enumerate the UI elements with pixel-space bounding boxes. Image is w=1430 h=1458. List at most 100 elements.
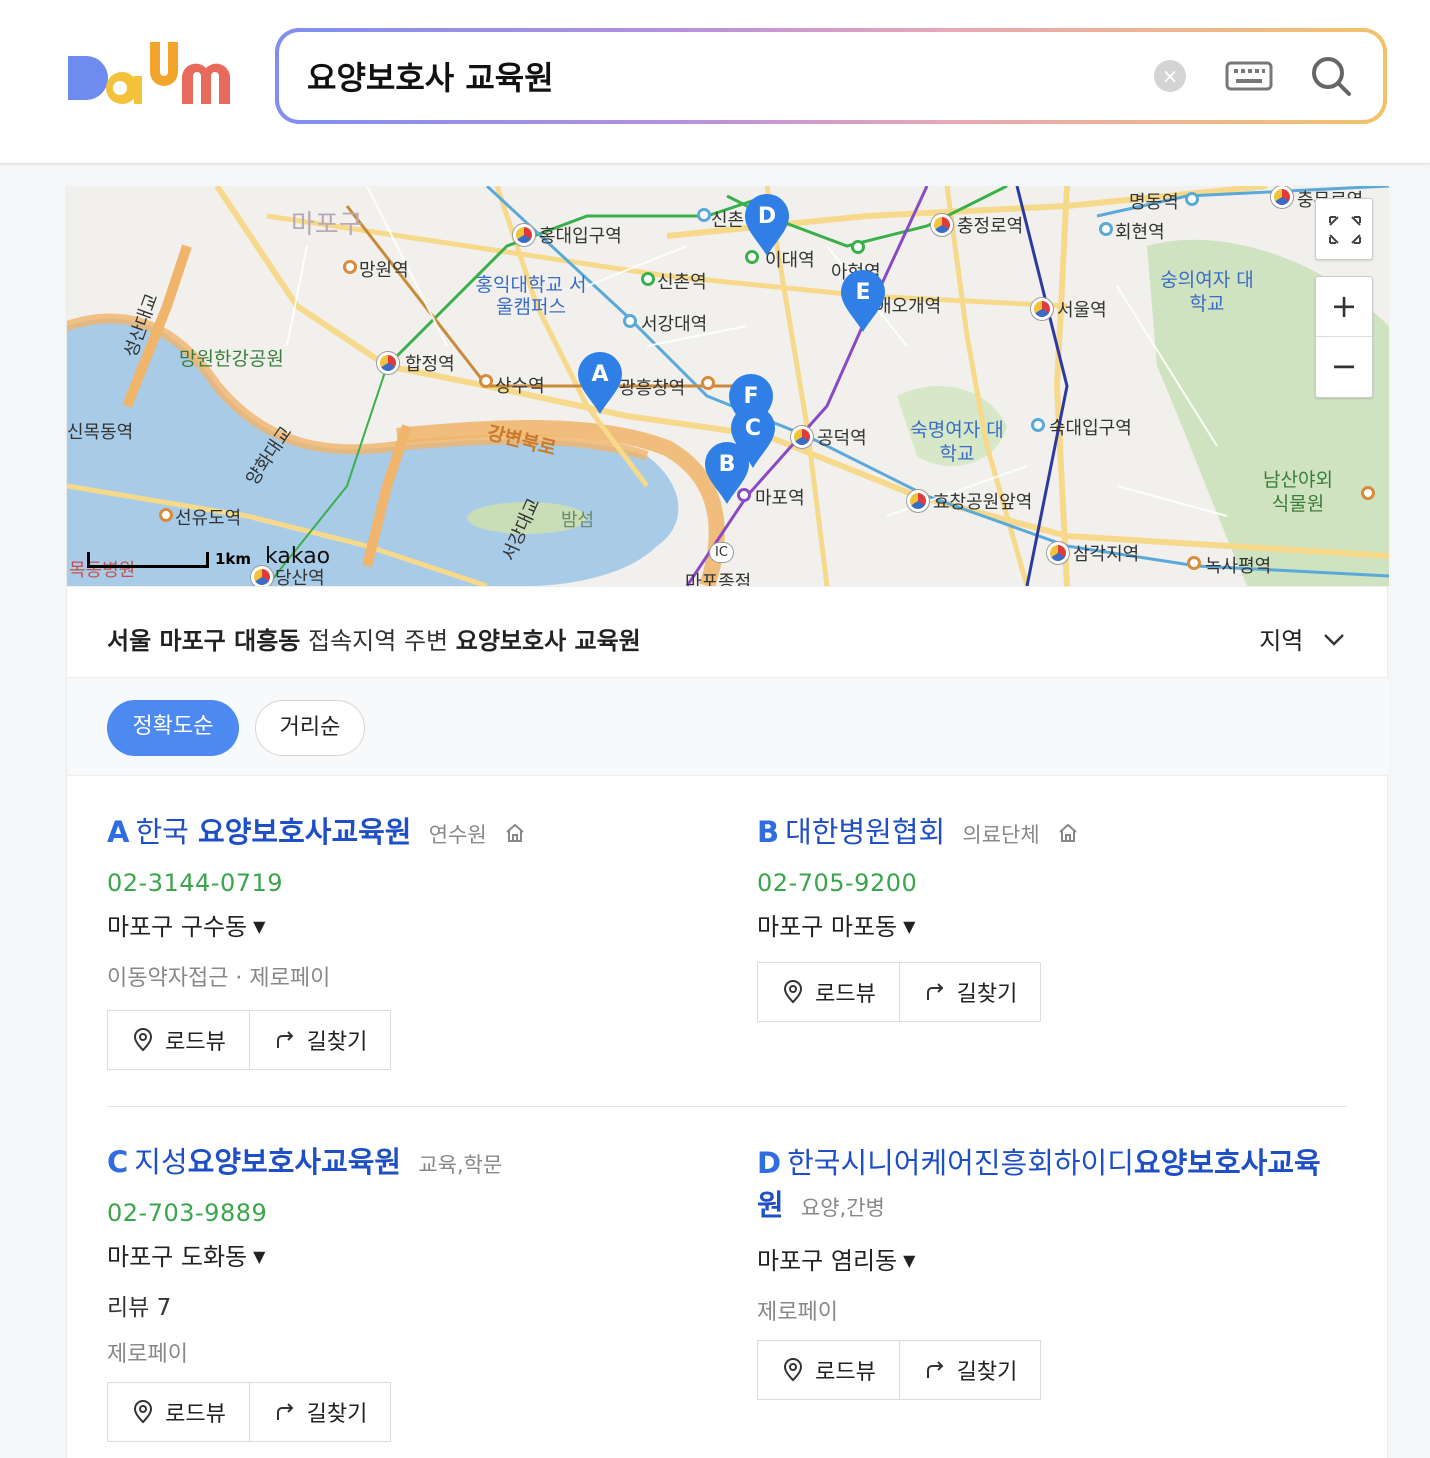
keyboard-icon[interactable] <box>1225 60 1273 92</box>
map-marker-a[interactable]: A <box>576 352 624 416</box>
map-station-label: 선유도역 <box>175 508 242 529</box>
home-icon[interactable] <box>1057 822 1079 844</box>
clear-icon[interactable]: × <box>1154 60 1186 92</box>
station-dot <box>907 490 929 512</box>
roadview-button[interactable]: 로드뷰 <box>758 1341 899 1399</box>
map-station-label: 신촌역 <box>657 272 707 293</box>
result-title[interactable]: C 지성요양보호사교육원 교육,학문 <box>107 1142 707 1185</box>
map-area-label: 마포구 <box>291 210 363 240</box>
map-marker-e[interactable]: E <box>839 270 887 334</box>
map-marker-d[interactable]: D <box>743 194 791 258</box>
caret-down-icon: ▼ <box>903 917 916 936</box>
sort-accuracy-button[interactable]: 정확도순 <box>107 700 239 756</box>
zoom-control: + − <box>1315 276 1373 398</box>
result-category: 요양,간병 <box>800 1196 885 1220</box>
station-dot <box>1031 418 1045 432</box>
region-area: 서울 마포구 대흥동 <box>107 627 301 655</box>
result-title[interactable]: A 한국 요양보호사교육원 연수원 <box>107 812 707 855</box>
map-station-label: 상수역 <box>495 376 545 397</box>
map-station-label: 충정로역 <box>957 216 1024 237</box>
map-place-label: 밤섬 <box>561 510 595 531</box>
region-middle: 접속지역 주변 <box>308 627 449 655</box>
header: × <box>0 0 1430 164</box>
map-place-label: 숭의여자 대학교 <box>1160 269 1254 315</box>
station-dot <box>697 208 711 222</box>
result-item-d: D 한국시니어케어진흥회하이디요양보호사교육원 요양,간병 마포구 염리동 ▼ 제로… <box>757 1142 1347 1326</box>
map-marker-c[interactable]: C <box>729 406 777 470</box>
roadview-label: 로드뷰 <box>815 982 876 1007</box>
map-station-label: 망원역 <box>359 260 409 281</box>
directions-button[interactable]: 길찾기 <box>249 1011 390 1069</box>
map-station-label: 홍대입구역 <box>539 226 622 247</box>
result-phone[interactable]: 02-703-9889 <box>107 1199 707 1227</box>
sort-bar: 정확도순 거리순 <box>67 678 1389 776</box>
directions-button[interactable]: 길찾기 <box>249 1383 390 1441</box>
map-view[interactable]: 마포구 홍대입구역 망원역 합정역 상수역 신촌역 서강대역 이대역 아현역 애… <box>67 186 1389 586</box>
map-place-label: 마포종점 <box>685 572 752 586</box>
station-dot <box>1361 486 1375 500</box>
station-dot <box>1047 542 1069 564</box>
map-place-label: 숙명여자 대학교 <box>910 419 1004 465</box>
result-c-actions: 로드뷰 길찾기 <box>107 1382 391 1442</box>
result-extra: 제로페이 <box>757 1300 838 1325</box>
directions-label: 길찾기 <box>956 982 1018 1007</box>
station-dot <box>791 426 813 448</box>
map-place-label: 남산야외 식물원 <box>1263 469 1333 515</box>
result-phone[interactable]: 02-3144-0719 <box>107 869 707 897</box>
result-d-actions: 로드뷰 길찾기 <box>757 1340 1041 1400</box>
station-dot <box>159 508 173 522</box>
roadview-button[interactable]: 로드뷰 <box>758 963 899 1021</box>
roadview-label: 로드뷰 <box>815 1360 876 1385</box>
zoom-in-button[interactable]: + <box>1316 277 1372 337</box>
directions-icon <box>276 1403 294 1420</box>
station-dot <box>1271 186 1293 208</box>
search-input[interactable] <box>307 32 1107 120</box>
result-address[interactable]: 마포구 구수동 ▼ <box>107 907 707 942</box>
result-letter: B <box>757 815 780 849</box>
result-title[interactable]: B 대한병원협회 의료단체 <box>757 812 1357 855</box>
map-place-label: 망원한강공원 <box>179 348 284 370</box>
region-dropdown[interactable]: 지역 <box>1259 621 1345 656</box>
sort-distance-button[interactable]: 거리순 <box>255 700 365 756</box>
directions-button[interactable]: 길찾기 <box>899 1341 1040 1399</box>
result-name-bold: 요양보호사교육원 <box>187 1145 402 1179</box>
result-item-c: C 지성요양보호사교육원 교육,학문 02-703-9889 마포구 도화동 ▼ 리… <box>107 1142 707 1368</box>
directions-button[interactable]: 길찾기 <box>899 963 1040 1021</box>
results-divider <box>107 1106 1347 1107</box>
directions-icon <box>276 1031 294 1048</box>
result-review-count[interactable]: 리뷰 7 <box>107 1288 707 1322</box>
result-address[interactable]: 마포구 염리동 ▼ <box>757 1241 1347 1276</box>
map-station-label: 숙대입구역 <box>1049 418 1132 439</box>
directions-label: 길찾기 <box>306 1030 368 1055</box>
result-title[interactable]: D 한국시니어케어진흥회하이디요양보호사교육원 요양,간병 <box>757 1142 1347 1229</box>
station-dot <box>623 314 637 328</box>
result-phone[interactable]: 02-705-9200 <box>757 869 1357 897</box>
daum-logo[interactable] <box>64 38 240 114</box>
fullscreen-icon[interactable] <box>1315 198 1373 260</box>
station-dot <box>701 376 715 390</box>
result-a-actions: 로드뷰 길찾기 <box>107 1010 391 1070</box>
map-station-label: 효창공원앞역 <box>933 492 1033 513</box>
directions-label: 길찾기 <box>956 1360 1018 1385</box>
roadview-button[interactable]: 로드뷰 <box>108 1011 249 1069</box>
caret-down-icon: ▼ <box>253 917 266 936</box>
directions-icon <box>926 1361 944 1378</box>
result-item-a: A 한국 요양보호사교육원 연수원 02-3144-0719 마포구 구수동 ▼ 이… <box>107 812 707 992</box>
result-address[interactable]: 마포구 마포동 ▼ <box>757 907 1357 942</box>
search-icon[interactable] <box>1309 54 1353 98</box>
home-icon[interactable] <box>504 822 526 844</box>
result-name-pre: 대한병원협회 <box>785 815 946 849</box>
station-dot <box>1099 222 1113 236</box>
result-name-pre: 한국시니어케어진흥회하이디 <box>787 1146 1134 1180</box>
marker-letter: D <box>757 204 777 229</box>
station-dot <box>251 566 273 586</box>
zoom-out-button[interactable]: − <box>1316 337 1372 397</box>
roadview-button[interactable]: 로드뷰 <box>108 1383 249 1441</box>
marker-letter: C <box>744 416 762 441</box>
result-letter: C <box>107 1145 129 1179</box>
result-address[interactable]: 마포구 도화동 ▼ <box>107 1237 707 1272</box>
directions-icon <box>926 983 944 1000</box>
map-station-label: 합정역 <box>405 354 455 375</box>
station-dot <box>513 224 535 246</box>
station-dot <box>479 374 493 388</box>
